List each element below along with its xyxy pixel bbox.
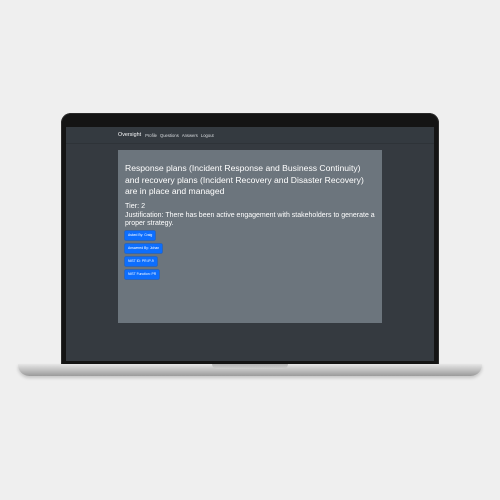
- nist-id-button[interactable]: NIST ID: PR.IP-9: [125, 257, 157, 267]
- laptop-screen: Oversight Profile Questions Answers Logo…: [66, 127, 434, 361]
- nav-link-questions[interactable]: Questions: [160, 133, 179, 138]
- asked-by-button[interactable]: Asked By: Craig: [125, 231, 156, 241]
- navbar-brand[interactable]: Oversight: [118, 132, 141, 138]
- question-card: Response plans (Incident Response and Bu…: [118, 150, 382, 323]
- nav-link-profile[interactable]: Profile: [145, 133, 157, 138]
- nist-function-button[interactable]: NIST Function: PR: [125, 270, 160, 280]
- justification-text: Justification: There has been active eng…: [125, 211, 375, 227]
- laptop-notch: [212, 364, 288, 369]
- nav-link-logout[interactable]: Logout: [201, 133, 214, 138]
- navbar: Oversight Profile Questions Answers Logo…: [66, 127, 434, 144]
- nav-link-answers[interactable]: Answers: [182, 133, 198, 138]
- question-heading: Response plans (Incident Response and Bu…: [125, 163, 364, 196]
- tier-label: Tier: 2: [125, 200, 146, 210]
- laptop-mockup: Oversight Profile Questions Answers Logo…: [0, 0, 500, 500]
- answered-by-button[interactable]: Answered By: Johan: [125, 244, 163, 254]
